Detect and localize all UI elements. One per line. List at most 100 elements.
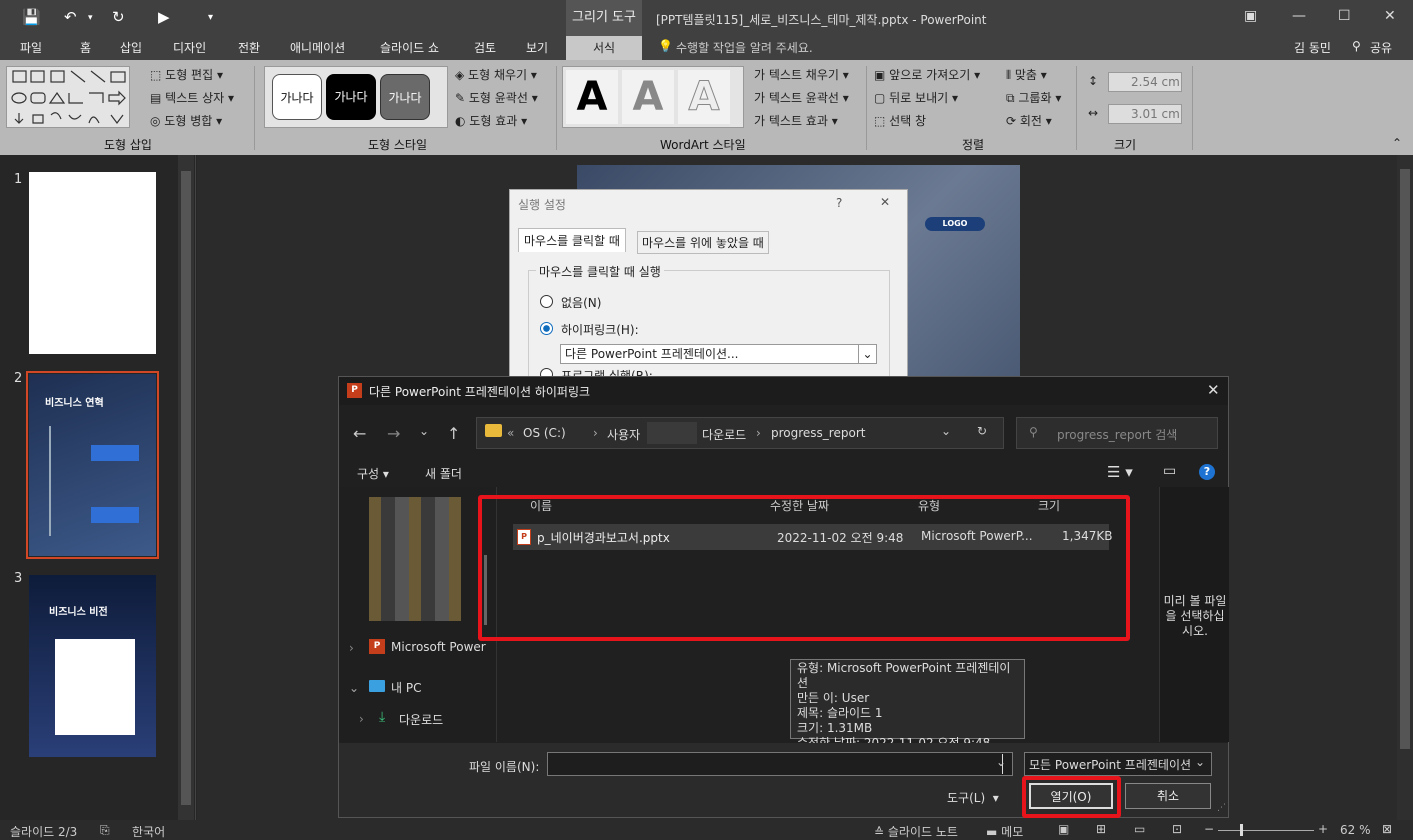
shape-fill-button[interactable]: ◈ 도형 채우기 ▾ — [455, 66, 537, 83]
shapes-gallery[interactable] — [6, 66, 130, 128]
forward-arrow-icon[interactable]: → — [387, 424, 400, 443]
nav-item-powerpoint[interactable]: Microsoft Power — [391, 640, 486, 654]
nav-item-downloads[interactable]: 다운로드 — [399, 711, 443, 728]
text-effects-button[interactable]: 가 텍스트 효과 ▾ — [754, 112, 838, 129]
thumbnails-scrollbar[interactable] — [178, 155, 194, 820]
organize-button[interactable]: 구성 ▾ — [357, 465, 389, 482]
new-folder-button[interactable]: 새 폴더 — [425, 465, 462, 482]
tab-animations[interactable]: 애니메이션 — [290, 39, 345, 56]
collapse-ribbon-icon[interactable]: ⌃ — [1392, 136, 1402, 150]
customize-qat-icon[interactable]: ▾ — [208, 12, 213, 23]
shape-style-black[interactable]: 가나다 — [326, 74, 376, 120]
shape-outline-button[interactable]: ✎ 도형 윤곽선 ▾ — [455, 89, 538, 106]
close-icon[interactable]: ✕ — [1207, 381, 1220, 399]
help-icon[interactable]: ? — [1199, 464, 1215, 480]
undo-dropdown-icon[interactable]: ▾ — [88, 13, 93, 23]
align-button[interactable]: ⫴ 맞춤 ▾ — [1006, 66, 1047, 83]
slide-thumbnail-3[interactable]: 비즈니스 비전 — [29, 575, 156, 757]
close-icon[interactable]: ✕ — [1384, 8, 1396, 24]
bring-forward-button[interactable]: ▣ 앞으로 가져오기 ▾ — [874, 66, 980, 83]
help-icon[interactable]: ? — [836, 196, 842, 210]
nav-item-this-pc[interactable]: 내 PC — [391, 679, 421, 696]
user-name[interactable]: 김 동민 — [1294, 39, 1331, 56]
save-icon[interactable]: 💾 — [22, 8, 41, 26]
tab-format[interactable]: 서식 — [566, 36, 642, 60]
notes-button[interactable]: ≙ 슬라이드 노트 — [874, 823, 958, 840]
collapse-chevron-icon[interactable]: ⌄ — [349, 681, 359, 695]
breadcrumb-downloads[interactable]: 다운로드 — [702, 426, 746, 443]
cancel-button[interactable]: 취소 — [1125, 783, 1211, 809]
share-button[interactable]: 공유 — [1370, 39, 1392, 56]
height-input[interactable]: 2.54 cm — [1108, 72, 1182, 92]
tab-transitions[interactable]: 전환 — [238, 39, 260, 56]
resize-grip-icon[interactable]: ⋰ — [1217, 803, 1226, 813]
slide-sorter-icon[interactable]: ⊞ — [1096, 822, 1106, 836]
zoom-in-icon[interactable]: + — [1318, 822, 1328, 836]
expand-chevron-icon[interactable]: › — [349, 641, 354, 655]
text-box-button[interactable]: ▤ 텍스트 상자 ▾ — [150, 89, 234, 106]
chevron-down-icon[interactable]: ⌄ — [941, 424, 951, 438]
breadcrumb-folder[interactable]: progress_report — [771, 426, 865, 440]
rotate-button[interactable]: ⟳ 회전 ▾ — [1006, 112, 1052, 129]
width-input[interactable]: 3.01 cm — [1108, 104, 1182, 124]
radio-none[interactable] — [540, 295, 553, 308]
edit-shape-button[interactable]: ⬚ 도형 편집 ▾ — [150, 66, 223, 83]
breadcrumb-users[interactable]: 사용자 — [607, 426, 640, 443]
reading-view-icon[interactable]: ▭ — [1134, 822, 1145, 836]
slide-thumbnail-1[interactable] — [29, 172, 156, 354]
refresh-icon[interactable]: ↻ — [977, 424, 987, 438]
view-options-icon[interactable]: ☰ ▾ — [1107, 463, 1133, 481]
wordart-style-black[interactable]: A — [566, 70, 618, 124]
radio-hyperlink[interactable] — [540, 322, 553, 335]
ribbon-display-icon[interactable]: ▣ — [1244, 8, 1257, 24]
zoom-slider[interactable] — [1218, 830, 1314, 831]
back-arrow-icon[interactable]: ← — [353, 424, 366, 443]
search-box[interactable]: ⚲ progress_report 검색 — [1016, 417, 1218, 449]
comments-button[interactable]: ▬ 메모 — [986, 823, 1023, 840]
editor-scrollbar[interactable] — [1397, 155, 1413, 820]
spellcheck-icon[interactable]: ⎘ — [100, 823, 110, 838]
chevron-down-icon[interactable]: ⌄ — [996, 755, 1006, 769]
tab-home[interactable]: 홈 — [80, 39, 91, 56]
overflow-chevron-icon[interactable]: « — [507, 426, 514, 440]
file-type-filter[interactable]: 모든 PowerPoint 프레젠테이션 ⌄ — [1024, 752, 1212, 776]
tell-me-search[interactable]: 수행할 작업을 알려 주세요. — [676, 39, 813, 56]
normal-view-icon[interactable]: ▣ — [1058, 822, 1069, 836]
send-backward-button[interactable]: ▢ 뒤로 보내기 ▾ — [874, 89, 958, 106]
shape-style-gray[interactable]: 가나다 — [380, 74, 430, 120]
recent-locations-icon[interactable]: ⌄ — [419, 424, 429, 438]
hyperlink-select[interactable]: 다른 PowerPoint 프레젠테이션... ⌄ — [560, 344, 877, 364]
shape-style-white[interactable]: 가나다 — [272, 74, 322, 120]
tab-file[interactable]: 파일 — [20, 39, 42, 56]
preview-pane-icon[interactable]: ▭ — [1163, 463, 1176, 479]
tab-review[interactable]: 검토 — [474, 39, 496, 56]
tab-mouse-click[interactable]: 마우스를 클릭할 때 — [518, 228, 626, 252]
tab-slideshow[interactable]: 슬라이드 쇼 — [380, 39, 439, 56]
group-button[interactable]: ⧉ 그룹화 ▾ — [1006, 89, 1061, 106]
zoom-out-icon[interactable]: − — [1204, 822, 1214, 836]
text-fill-button[interactable]: 가 텍스트 채우기 ▾ — [754, 66, 849, 83]
search-input[interactable]: progress_report 검색 — [1057, 426, 1177, 443]
scrollbar-thumb[interactable] — [1400, 169, 1410, 749]
redo-icon[interactable]: ↻ — [112, 8, 125, 26]
tools-button[interactable]: 도구(L) ▾ — [947, 789, 999, 806]
close-icon[interactable]: ✕ — [880, 195, 890, 209]
slideshow-icon[interactable]: ▶ — [158, 8, 170, 26]
breadcrumb-drive[interactable]: OS (C:) — [523, 426, 566, 440]
tab-mouse-over[interactable]: 마우스를 위에 놓았을 때 — [637, 231, 769, 254]
zoom-level[interactable]: 62 % — [1340, 823, 1371, 837]
up-arrow-icon[interactable]: ↑ — [447, 424, 460, 443]
selection-pane-button[interactable]: ⬚ 선택 창 — [874, 112, 926, 129]
language-indicator[interactable]: 한국어 — [132, 823, 165, 840]
wordart-style-gray[interactable]: A — [622, 70, 674, 124]
maximize-icon[interactable]: ☐ — [1338, 8, 1351, 24]
shape-effects-button[interactable]: ◐ 도형 효과 ▾ — [455, 112, 527, 129]
merge-shapes-button[interactable]: ◎ 도형 병합 ▾ — [150, 112, 222, 129]
slideshow-view-icon[interactable]: ⊡ — [1172, 822, 1182, 836]
tab-design[interactable]: 디자인 — [173, 39, 206, 56]
address-bar[interactable]: « OS (C:) › 사용자 다운로드 › progress_report ⌄… — [476, 417, 1004, 449]
expand-chevron-icon[interactable]: › — [359, 712, 364, 726]
scrollbar-thumb[interactable] — [181, 171, 191, 805]
filename-input[interactable]: ⌄ — [547, 752, 1013, 776]
slide-thumbnail-2[interactable]: 비즈니스 연혁 — [26, 371, 159, 559]
